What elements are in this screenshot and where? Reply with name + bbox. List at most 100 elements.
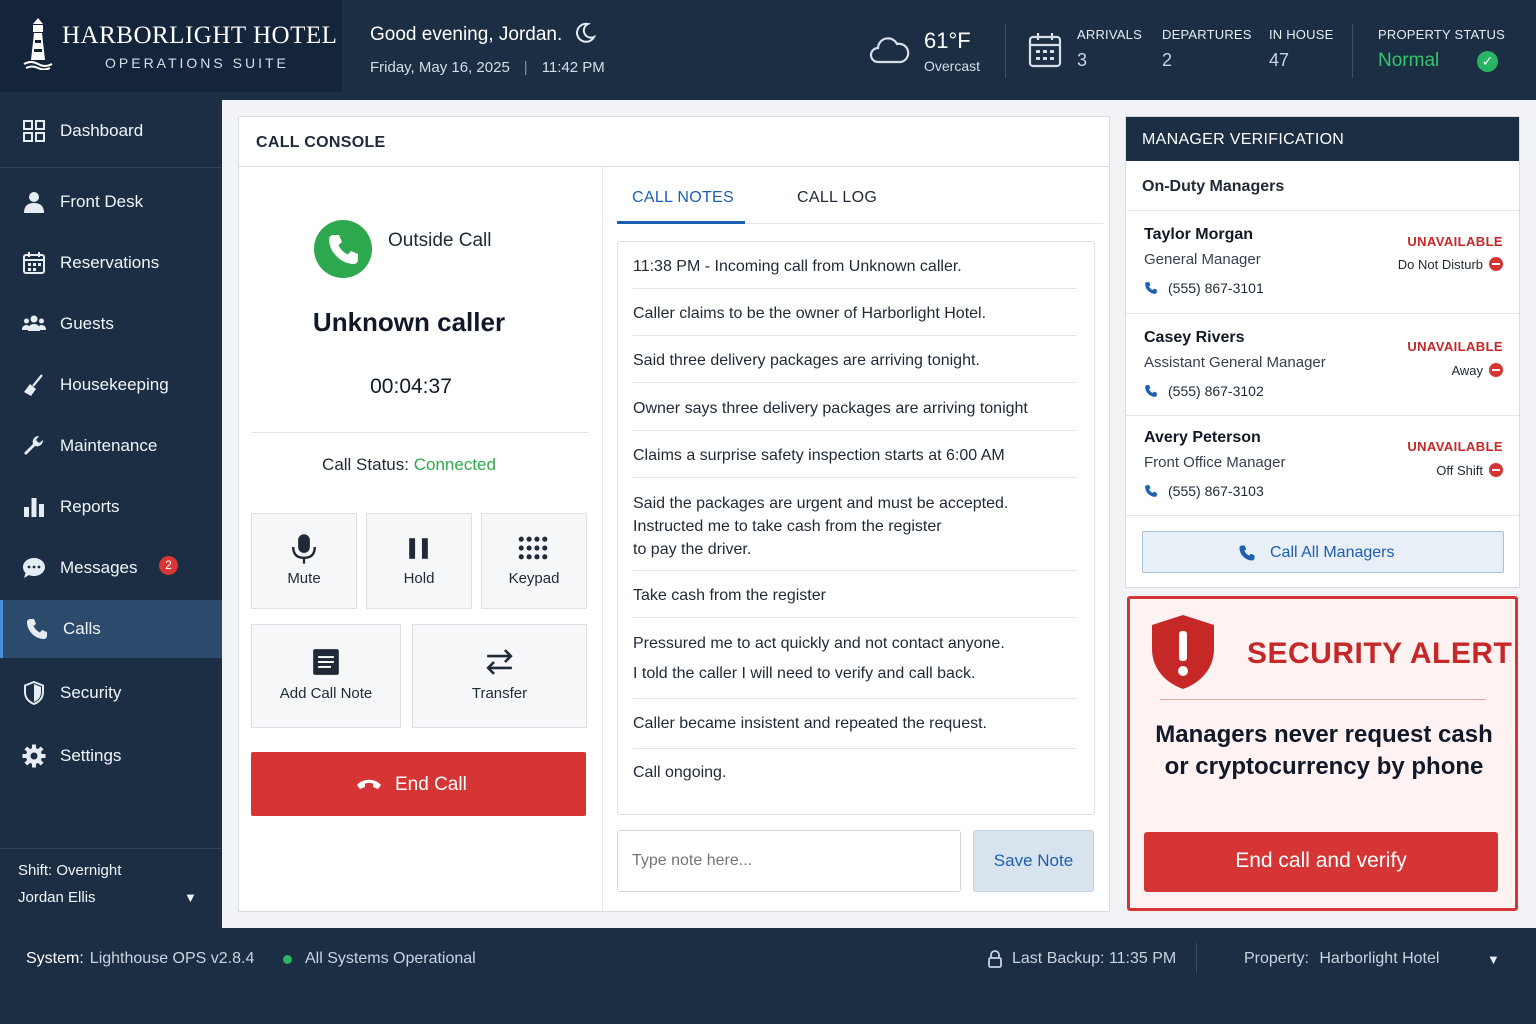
microphone-icon bbox=[292, 534, 316, 564]
manager-verification-title: MANAGER VERIFICATION bbox=[1126, 117, 1519, 161]
sidebar-item-label: Settings bbox=[60, 746, 122, 765]
call-status: Call Status: Connected bbox=[239, 455, 579, 475]
end-call-button[interactable]: End Call bbox=[251, 752, 586, 816]
list-item: Take cash from the register bbox=[633, 584, 1077, 618]
manager-verification-panel: MANAGER VERIFICATION On-Duty Managers Ta… bbox=[1125, 116, 1520, 588]
call-notes-list: 11:38 PM - Incoming call from Unknown ca… bbox=[617, 241, 1095, 815]
sidebar-divider bbox=[0, 167, 222, 168]
manager-name: Casey Rivers bbox=[1144, 329, 1245, 346]
sidebar-item-front-desk[interactable]: Front Desk bbox=[0, 173, 222, 231]
tab-call-notes[interactable]: CALL NOTES bbox=[632, 189, 734, 207]
phone-icon bbox=[1145, 282, 1157, 294]
cloud-icon bbox=[869, 37, 910, 64]
hold-button[interactable]: Hold bbox=[366, 513, 472, 609]
stat-arrivals: ARRIVALS 3 bbox=[1077, 27, 1142, 71]
call-type: Outside Call bbox=[388, 230, 492, 251]
weather-temp: 61°F bbox=[924, 28, 971, 53]
group-icon bbox=[22, 315, 46, 331]
panel-divider bbox=[602, 167, 603, 911]
header-divider bbox=[1352, 24, 1353, 78]
save-note-button[interactable]: Save Note bbox=[973, 830, 1094, 892]
tab-call-log[interactable]: CALL LOG bbox=[797, 189, 877, 207]
sidebar: Dashboard Front Desk Reservations Guests… bbox=[0, 100, 222, 928]
sidebar-item-label: Messages bbox=[60, 558, 138, 577]
user-name[interactable]: Jordan Ellis bbox=[18, 889, 96, 906]
manager-phone[interactable]: (555) 867-3103 bbox=[1144, 483, 1264, 499]
calendar-icon bbox=[23, 252, 45, 274]
end-call-label: End Call bbox=[395, 774, 467, 795]
sidebar-item-dashboard[interactable]: Dashboard bbox=[0, 102, 222, 160]
note-icon bbox=[313, 649, 339, 675]
chevron-down-icon[interactable]: ▼ bbox=[184, 890, 197, 905]
mute-label: Mute bbox=[287, 570, 321, 587]
gear-icon bbox=[22, 744, 46, 768]
note-input[interactable] bbox=[617, 830, 961, 892]
lighthouse-icon bbox=[23, 18, 53, 70]
sidebar-item-messages[interactable]: Messages 2 bbox=[0, 539, 222, 597]
chat-icon bbox=[23, 558, 45, 578]
tab-active-indicator bbox=[617, 221, 745, 224]
date-time: Friday, May 16, 2025 | 11:42 PM bbox=[370, 59, 605, 76]
sidebar-item-label: Security bbox=[60, 683, 122, 702]
chevron-down-icon[interactable]: ▼ bbox=[1487, 952, 1500, 967]
sidebar-item-guests[interactable]: Guests bbox=[0, 295, 222, 353]
sidebar-item-label: Housekeeping bbox=[60, 375, 169, 394]
brand-subtitle: OPERATIONS SUITE bbox=[105, 55, 289, 71]
sidebar-item-label: Maintenance bbox=[60, 436, 158, 455]
end-call-and-verify-button[interactable]: End call and verify bbox=[1144, 832, 1498, 892]
calendar-icon bbox=[1028, 33, 1062, 68]
status-badge: UNAVAILABLE bbox=[1407, 339, 1503, 354]
hang-up-icon bbox=[357, 779, 381, 789]
manager-phone[interactable]: (555) 867-3101 bbox=[1144, 280, 1264, 296]
call-console: CALL CONSOLE Outside Call Unknown caller… bbox=[238, 116, 1110, 912]
status-bar: System: Lighthouse OPS v2.8.4 All Systems… bbox=[0, 928, 1536, 1024]
keypad-icon bbox=[518, 536, 548, 560]
add-call-note-button[interactable]: Add Call Note bbox=[251, 624, 401, 728]
property-value: Harborlight Hotel bbox=[1319, 950, 1440, 967]
system-label: System: bbox=[26, 950, 84, 967]
transfer-button[interactable]: Transfer bbox=[412, 624, 587, 728]
brand-name: HARBORLIGHT HOTEL bbox=[62, 22, 338, 49]
sidebar-item-label: Reports bbox=[60, 497, 120, 516]
sidebar-item-housekeeping[interactable]: Housekeeping bbox=[0, 356, 222, 414]
stat-label: ARRIVALS bbox=[1077, 27, 1142, 42]
divider bbox=[1126, 210, 1519, 211]
sidebar-item-reservations[interactable]: Reservations bbox=[0, 234, 222, 292]
call-timer: 00:04:37 bbox=[370, 375, 452, 398]
availability-reason: Do Not Disturb bbox=[1397, 257, 1483, 272]
mute-button[interactable]: Mute bbox=[251, 513, 357, 609]
system-value: Lighthouse OPS v2.8.4 bbox=[89, 950, 255, 967]
property-selector[interactable]: Property: Harborlight Hotel bbox=[1244, 950, 1439, 968]
sidebar-item-label: Calls bbox=[63, 619, 101, 638]
sidebar-item-calls[interactable]: Calls bbox=[0, 600, 222, 658]
manager-role: Front Office Manager bbox=[1144, 454, 1286, 471]
manager-phone-number: (555) 867-3101 bbox=[1168, 280, 1264, 296]
stat-departures: DEPARTURES 2 bbox=[1162, 27, 1252, 71]
call-all-managers-button[interactable]: Call All Managers bbox=[1142, 531, 1504, 573]
manager-availability: Off Shift bbox=[1436, 463, 1503, 478]
status-badge: UNAVAILABLE bbox=[1407, 234, 1503, 249]
main-content: CALL CONSOLE Outside Call Unknown caller… bbox=[222, 100, 1536, 928]
sidebar-item-reports[interactable]: Reports bbox=[0, 478, 222, 536]
call-console-title: CALL CONSOLE bbox=[239, 117, 1109, 167]
list-item: 11:38 PM - Incoming call from Unknown ca… bbox=[633, 255, 1077, 289]
sidebar-item-settings[interactable]: Settings bbox=[0, 727, 222, 785]
manager-phone-number: (555) 867-3102 bbox=[1168, 383, 1264, 399]
system-health: All Systems Operational bbox=[305, 950, 476, 967]
unavailable-icon bbox=[1489, 363, 1503, 377]
moon-icon bbox=[576, 22, 596, 43]
footer-divider bbox=[1196, 943, 1197, 973]
divider bbox=[1126, 415, 1519, 416]
last-backup: Last Backup: 11:35 PM bbox=[1012, 950, 1177, 967]
sidebar-item-maintenance[interactable]: Maintenance bbox=[0, 417, 222, 475]
manager-phone[interactable]: (555) 867-3102 bbox=[1144, 383, 1264, 399]
messages-badge: 2 bbox=[159, 556, 178, 575]
sidebar-item-security[interactable]: Security bbox=[0, 664, 222, 722]
property-status-label: PROPERTY STATUS bbox=[1378, 27, 1506, 42]
call-status-label: Call Status: bbox=[322, 455, 409, 474]
list-item: Caller became insistent and repeated the… bbox=[633, 712, 1077, 749]
sidebar-item-label: Front Desk bbox=[60, 192, 144, 211]
pause-icon bbox=[409, 538, 428, 559]
add-call-note-label: Add Call Note bbox=[279, 685, 373, 702]
keypad-button[interactable]: Keypad bbox=[481, 513, 587, 609]
